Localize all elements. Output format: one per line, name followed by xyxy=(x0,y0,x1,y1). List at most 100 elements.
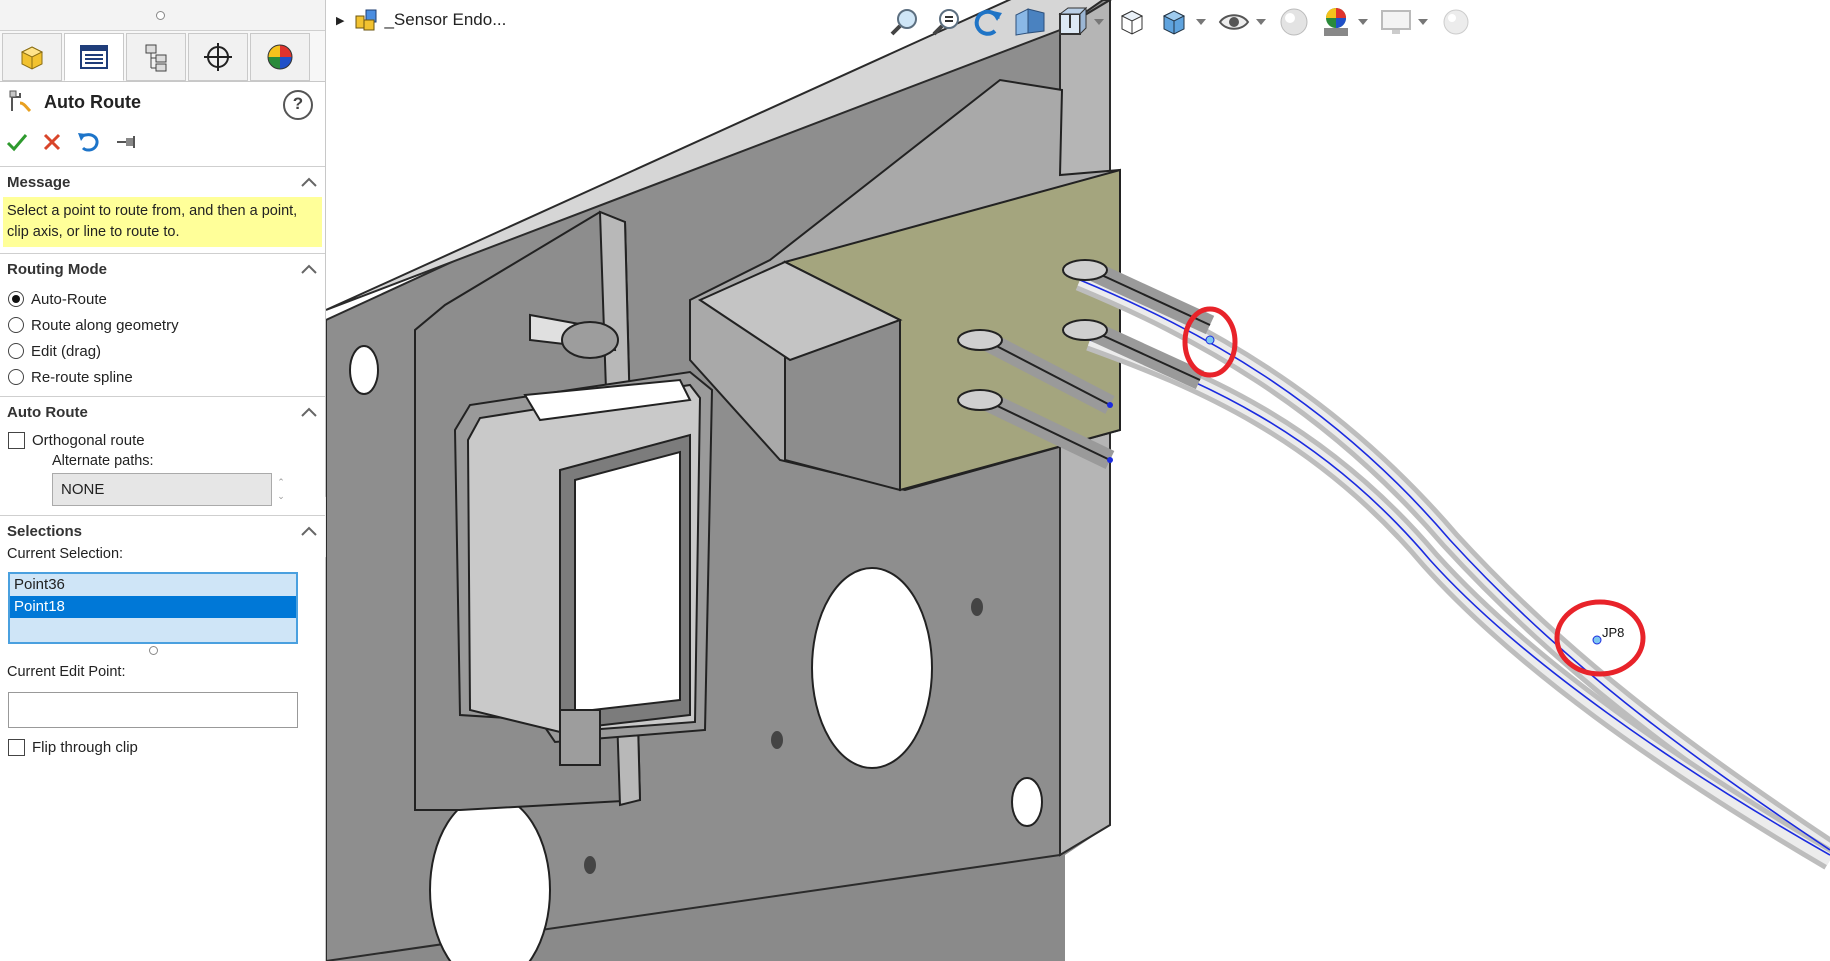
radio-button[interactable] xyxy=(8,369,24,385)
flip-through-clip-checkbox[interactable]: Flip through clip xyxy=(0,734,325,760)
feature-title: Auto Route xyxy=(44,91,141,112)
radio-label: Edit (drag) xyxy=(31,342,102,360)
current-selection-list[interactable]: Point36 Point18 xyxy=(8,572,298,644)
zoom-to-fit-icon xyxy=(890,9,917,36)
hide-show-button[interactable] xyxy=(1216,2,1252,42)
undo-icon[interactable] xyxy=(76,130,102,154)
chevron-up-icon[interactable] xyxy=(301,177,317,187)
heads-up-toolbar xyxy=(886,2,1474,42)
checkbox[interactable] xyxy=(8,431,25,449)
display-style-button[interactable] xyxy=(1114,2,1150,42)
assembly-icon xyxy=(355,9,377,31)
property-manager-panel: Auto Route ? Message Select a point to r… xyxy=(0,0,326,961)
chevron-up-icon[interactable] xyxy=(301,264,317,274)
realview-sphere-icon xyxy=(1443,9,1469,35)
dropdown-caret[interactable] xyxy=(1196,19,1206,25)
section-title: Selections xyxy=(7,522,83,540)
checkbox-label: Flip through clip xyxy=(32,738,138,756)
realview-button[interactable] xyxy=(1438,2,1474,42)
tab-configuration-manager[interactable] xyxy=(126,33,186,81)
help-button[interactable]: ? xyxy=(283,90,313,120)
alternate-paths-value: NONE xyxy=(61,481,105,498)
radio-button[interactable] xyxy=(8,343,24,359)
section-view-button[interactable] xyxy=(1012,2,1048,42)
eye-icon xyxy=(1218,14,1250,30)
monitor-icon xyxy=(1381,10,1411,34)
alternate-paths-field: NONE xyxy=(52,473,272,506)
section-header-message[interactable]: Message xyxy=(0,166,325,197)
model-view[interactable]: JP8 xyxy=(326,0,1830,961)
list-resize-grip[interactable] xyxy=(0,644,325,656)
edit-appearance-button[interactable] xyxy=(1276,2,1312,42)
chevron-up-icon[interactable] xyxy=(301,407,317,417)
tab-dimxpert[interactable] xyxy=(188,33,248,81)
route-point-marker[interactable] xyxy=(1592,635,1602,645)
splitter-grip[interactable] xyxy=(156,11,165,20)
scene-icon xyxy=(1324,8,1348,36)
dropdown-caret[interactable] xyxy=(1358,19,1368,25)
current-edit-point-field[interactable] xyxy=(8,692,298,728)
manager-tabs xyxy=(0,31,325,82)
radio-label: Re-route spline xyxy=(31,368,133,386)
radio-button[interactable] xyxy=(8,317,24,333)
radio-button[interactable] xyxy=(8,291,24,307)
configuration-manager-icon xyxy=(145,44,167,72)
current-selection-label: Current Selection: xyxy=(7,546,124,562)
tree-item-label: _Sensor Endo... xyxy=(384,10,507,29)
action-buttons xyxy=(0,122,325,162)
section-title: Routing Mode xyxy=(7,260,107,278)
feature-tree-root[interactable]: ▶ _Sensor Endo... xyxy=(336,8,506,32)
zoom-to-fit-button[interactable] xyxy=(886,2,922,42)
spinner-arrows: ⌃ ⌄ xyxy=(277,477,285,501)
section-header-routing-mode[interactable]: Routing Mode xyxy=(0,253,325,284)
dropdown-caret[interactable] xyxy=(1094,19,1104,25)
checkbox-label: Orthogonal route xyxy=(32,431,145,449)
graphics-viewport[interactable]: JP8 ▶ _Sensor Endo... xyxy=(326,0,1830,961)
radio-reroute-spline[interactable]: Re-route spline xyxy=(0,364,325,390)
message-text: Select a point to route from, and then a… xyxy=(3,197,322,247)
display-style-icon xyxy=(1120,10,1144,35)
expand-arrow-icon[interactable]: ▶ xyxy=(336,14,344,27)
radio-label: Route along geometry xyxy=(31,316,179,334)
route-point-marker[interactable] xyxy=(1205,335,1215,345)
tab-feature-manager[interactable] xyxy=(2,33,62,81)
tab-property-manager[interactable] xyxy=(64,33,124,81)
checkbox[interactable] xyxy=(8,738,25,756)
auto-route-icon xyxy=(9,90,32,113)
section-header-auto-route[interactable]: Auto Route xyxy=(0,396,325,427)
shaded-cube-icon xyxy=(1162,10,1186,35)
list-item[interactable]: Point18 xyxy=(10,596,296,618)
view-settings-button[interactable] xyxy=(1378,2,1414,42)
rotate-view-icon xyxy=(974,9,1002,36)
apply-scene-button[interactable] xyxy=(1318,2,1354,42)
section-title: Auto Route xyxy=(7,403,88,421)
radio-label: Auto-Route xyxy=(31,290,107,308)
orthogonal-route-checkbox[interactable]: Orthogonal route xyxy=(0,427,325,453)
cancel-x-icon[interactable] xyxy=(42,132,62,152)
section-header-selections[interactable]: Selections xyxy=(0,515,325,546)
tab-display-manager[interactable] xyxy=(250,33,310,81)
radio-auto-route[interactable]: Auto-Route xyxy=(0,286,325,312)
zoom-to-area-button[interactable] xyxy=(928,2,964,42)
alternate-paths-label: Alternate paths: xyxy=(52,453,154,469)
pushpin-icon[interactable] xyxy=(116,132,140,152)
chevron-up-icon[interactable] xyxy=(301,526,317,536)
appearance-sphere-icon xyxy=(1280,8,1308,36)
panel-top-strip xyxy=(0,0,325,31)
dimxpert-icon xyxy=(204,43,232,71)
current-edit-point-label: Current Edit Point: xyxy=(7,664,126,680)
radio-edit-drag[interactable]: Edit (drag) xyxy=(0,338,325,364)
view-orientation-button[interactable] xyxy=(1054,2,1090,42)
dropdown-caret[interactable] xyxy=(1256,19,1266,25)
zoom-to-area-icon xyxy=(932,9,959,36)
feature-title-bar: Auto Route ? xyxy=(0,82,325,122)
ok-check-icon[interactable] xyxy=(6,131,28,153)
shaded-edges-button[interactable] xyxy=(1156,2,1192,42)
display-manager-icon xyxy=(267,44,293,70)
jp8-label: JP8 xyxy=(1602,625,1624,640)
radio-route-along-geometry[interactable]: Route along geometry xyxy=(0,312,325,338)
view-orientation-icon xyxy=(1058,6,1088,36)
previous-view-button[interactable] xyxy=(970,2,1006,42)
dropdown-caret[interactable] xyxy=(1418,19,1428,25)
list-item[interactable]: Point36 xyxy=(10,574,296,596)
